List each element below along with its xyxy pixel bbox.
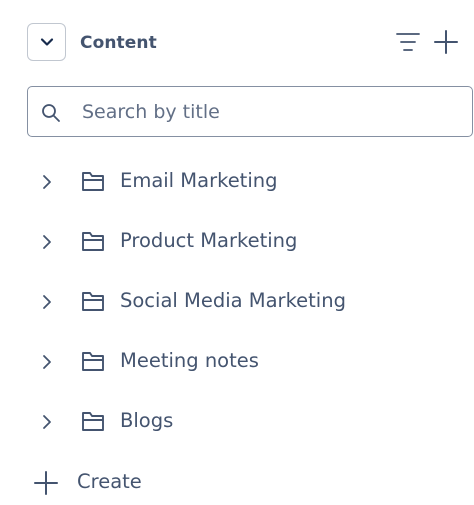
plus-icon: [34, 471, 58, 495]
tree-item-label: Email Marketing: [120, 169, 278, 192]
folder-icon: [82, 172, 104, 191]
folder-icon: [82, 292, 104, 311]
search-icon: [42, 104, 60, 122]
tree-item-email-marketing[interactable]: Email Marketing: [0, 152, 474, 212]
create-button[interactable]: Create: [33, 465, 193, 501]
chevron-right-icon[interactable]: [39, 173, 55, 191]
tree-item-label: Social Media Marketing: [120, 289, 346, 312]
collapse-button[interactable]: [27, 23, 66, 61]
chevron-right-icon[interactable]: [39, 413, 55, 431]
content-tree: Email Marketing Product Marketing Social…: [0, 152, 474, 452]
chevron-right-icon[interactable]: [39, 233, 55, 251]
folder-icon: [82, 232, 104, 251]
filter-button[interactable]: [395, 29, 421, 55]
chevron-right-icon[interactable]: [39, 353, 55, 371]
search-input[interactable]: [82, 97, 462, 127]
content-header: Content: [27, 23, 467, 61]
chevron-down-icon: [40, 38, 53, 46]
section-title: Content: [80, 33, 157, 53]
tree-item-blogs[interactable]: Blogs: [0, 392, 474, 452]
create-label: Create: [77, 470, 142, 493]
content-sidebar: Content Search by title Email Marketing …: [0, 0, 474, 505]
folder-icon: [82, 352, 104, 371]
search-box: [27, 86, 473, 137]
add-content-button[interactable]: [432, 29, 460, 55]
folder-icon: [82, 412, 104, 431]
tree-item-product-marketing[interactable]: Product Marketing: [0, 212, 474, 272]
filter-lines-icon: [396, 33, 420, 51]
tree-item-label: Blogs: [120, 409, 174, 432]
tree-item-label: Product Marketing: [120, 229, 298, 252]
plus-icon: [434, 30, 458, 54]
chevron-right-icon[interactable]: [39, 293, 55, 311]
tree-item-social-media-marketing[interactable]: Social Media Marketing: [0, 272, 474, 332]
tree-item-meeting-notes[interactable]: Meeting notes: [0, 332, 474, 392]
tree-item-label: Meeting notes: [120, 349, 259, 372]
